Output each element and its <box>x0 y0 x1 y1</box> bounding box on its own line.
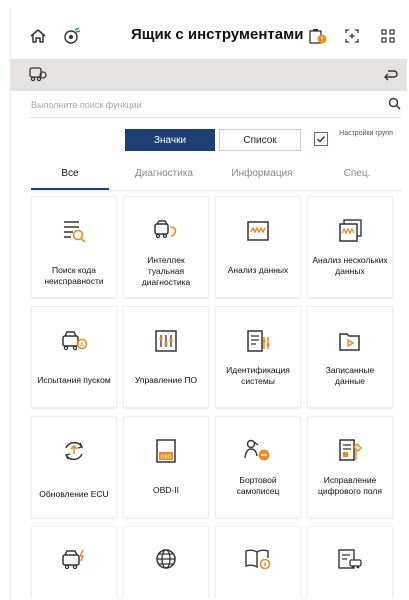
tile-label: Управление ПО <box>134 375 198 385</box>
manual-info-icon <box>216 545 300 573</box>
tile-recorded-data[interactable]: Записанные данные <box>307 306 393 408</box>
fault-code-search-icon <box>32 217 116 245</box>
tile-flight-recorder[interactable]: Бортовой самописец <box>215 416 301 518</box>
tile-label: Анализ данных <box>227 265 289 275</box>
tile-label: OBD-II <box>153 485 179 495</box>
back-icon[interactable] <box>382 66 398 87</box>
header: Ящик с инструментами <box>11 8 407 58</box>
battery-icon[interactable] <box>307 25 329 47</box>
group-settings-checkbox[interactable] <box>314 132 328 146</box>
tab-information[interactable]: Информация <box>217 168 307 179</box>
page-title: Ящик с инструментами <box>131 26 304 43</box>
tab-all[interactable]: Все <box>31 168 109 179</box>
tab-special[interactable]: Спец. <box>317 168 397 179</box>
obd-ii-icon: OBD <box>124 437 208 465</box>
tile-vehicle-charge[interactable] <box>31 526 117 598</box>
tile-label: Бортовой самописец <box>236 475 280 496</box>
tile-start-test[interactable]: A Испытания пуском <box>31 306 117 408</box>
tile-label: Интеллек туальная диагностика <box>141 255 191 287</box>
tile-multi-data-analysis[interactable]: Анализ нескольких данных <box>307 196 393 298</box>
vehicle-list-icon <box>308 545 392 573</box>
checkmark-icon <box>316 135 326 143</box>
tile-smart-diagnosis[interactable]: Интеллек туальная диагностика <box>123 196 209 298</box>
screenshot-icon[interactable] <box>341 25 363 47</box>
view-list-button[interactable]: Список <box>219 129 301 151</box>
tile-ecu-update[interactable]: Обновление ECU <box>31 416 117 518</box>
tile-vehicle-list[interactable] <box>307 526 393 598</box>
search-bar[interactable]: Выполните поиск функции <box>29 94 401 118</box>
svg-text:OBD: OBD <box>160 455 171 461</box>
ecu-update-icon <box>32 437 116 465</box>
vehicle-bar <box>11 59 407 91</box>
tile-digital-field-repair[interactable]: Исправление цифрового поля <box>307 416 393 518</box>
data-analysis-icon <box>216 217 300 245</box>
tile-globe[interactable] <box>123 526 209 598</box>
tile-label: Анализ нескольких данных <box>312 255 388 276</box>
flight-recorder-icon <box>216 437 300 465</box>
tile-software-management[interactable]: Управление ПО <box>123 306 209 408</box>
tile-label: Испытания пуском <box>37 375 111 385</box>
system-identification-icon <box>216 327 300 355</box>
tile-obd-ii[interactable]: OBD OBD-II <box>123 416 209 518</box>
recorded-data-icon <box>308 327 392 355</box>
smart-diagnosis-icon <box>124 217 208 245</box>
home-icon[interactable] <box>27 25 49 47</box>
view-icons-button[interactable]: Значки <box>125 129 215 151</box>
software-management-icon <box>124 327 208 355</box>
search-input[interactable]: Выполните поиск функции <box>31 100 142 110</box>
tile-manual-info[interactable] <box>215 526 301 598</box>
multi-data-analysis-icon <box>308 217 392 245</box>
tab-diagnostics[interactable]: Диагностика <box>119 168 209 179</box>
vehicle-icon[interactable] <box>29 66 47 87</box>
tile-data-analysis[interactable]: Анализ данных <box>215 196 301 298</box>
search-icon[interactable] <box>388 97 401 115</box>
vci-link-icon[interactable] <box>61 25 83 47</box>
tile-label: Записанные данные <box>325 365 375 386</box>
tile-label: Исправление цифрового поля <box>318 475 382 496</box>
vehicle-charge-icon <box>32 545 116 573</box>
tile-fault-code-search[interactable]: Поиск кода неисправности <box>31 196 117 298</box>
group-settings-label: Настройки групп <box>339 130 393 137</box>
globe-icon <box>124 545 208 573</box>
digital-field-repair-icon <box>308 437 392 465</box>
tile-label: Идентификация системы <box>226 365 290 386</box>
tile-label: Поиск кода неисправности <box>44 265 104 286</box>
toolbox-screen: Ящик с инструментами Выполните поиск фун… <box>10 8 407 598</box>
start-test-icon: A <box>32 327 116 355</box>
tile-label: Обновление ECU <box>39 489 109 499</box>
tabs-divider <box>27 190 403 191</box>
apps-grid-icon[interactable] <box>377 25 399 47</box>
tile-system-identification[interactable]: Идентификация системы <box>215 306 301 408</box>
